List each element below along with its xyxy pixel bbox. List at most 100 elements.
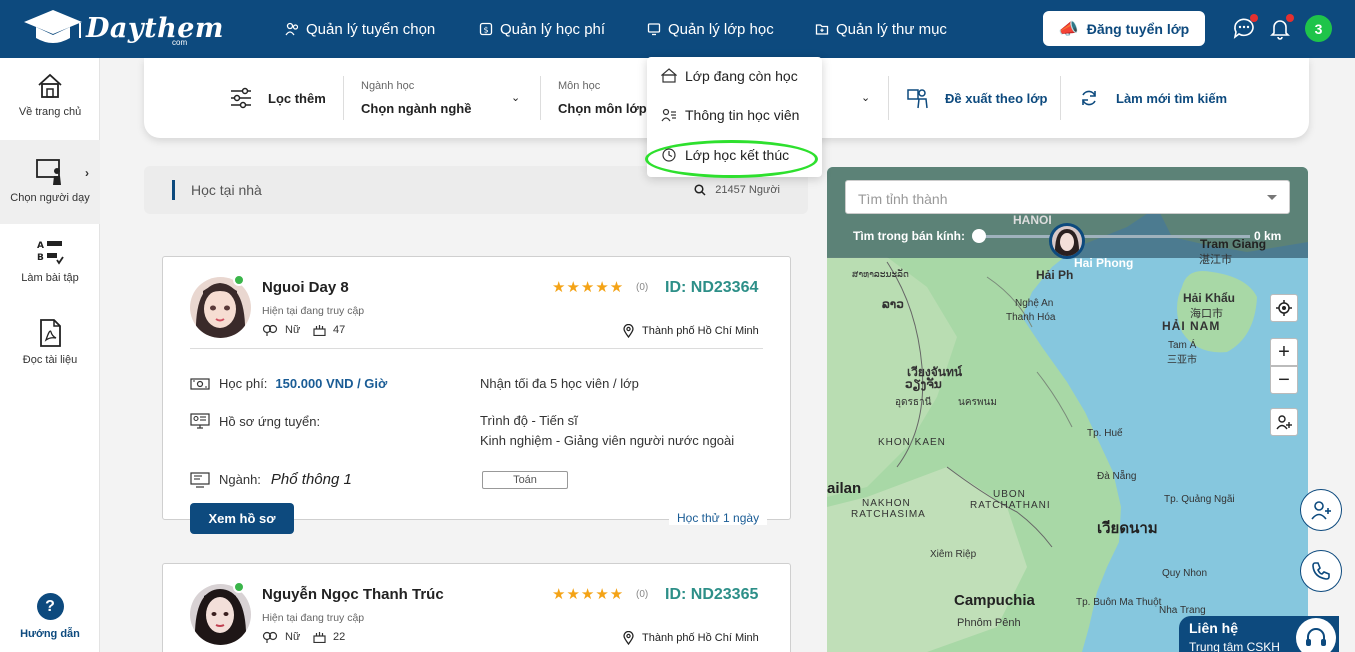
fee-row: Học phí: 150.000 VND / Giờ	[190, 376, 387, 391]
nav-fees-label: Quản lý học phí	[500, 20, 606, 38]
zoom-in-button[interactable]: +	[1270, 338, 1298, 366]
folder-icon	[815, 24, 829, 35]
user-avatar[interactable]: 3	[1305, 15, 1332, 42]
major-value: Phổ thông 1	[270, 471, 352, 488]
subject-value: Chọn môn lớp	[558, 101, 647, 116]
tutor-status: Hiện tại đang truy cập	[262, 612, 365, 624]
sidebar-item-homework[interactable]: AB Làm bài tập	[0, 238, 100, 284]
chevron-down-icon[interactable]: ⌄	[861, 91, 870, 104]
more-filters-button[interactable]: Lọc thêm	[230, 58, 326, 138]
contact-support-widget[interactable]: Liên hệ Trung tâm CSKH	[1179, 616, 1339, 652]
monitor-icon	[647, 23, 661, 36]
search-icon	[694, 184, 706, 196]
tutor-age: 22	[313, 631, 345, 643]
sidebar-item-choose-tutor[interactable]: Chọn người dạy ›	[0, 140, 100, 224]
tutor-id: ID: ND23364	[665, 279, 759, 296]
rating-stars: ★★★★★	[552, 586, 625, 603]
map-label: Tp. Huế	[1087, 428, 1123, 439]
tutor-location: Thành phố Hồ Chí Minh	[623, 631, 759, 645]
tutor-name[interactable]: Nguoi Day 8	[262, 279, 349, 296]
zoom-out-button[interactable]: −	[1270, 366, 1298, 394]
brand-name: Daythem	[86, 12, 224, 44]
help-button[interactable]: ? Hướng dẫn	[0, 593, 100, 640]
add-user-icon	[1311, 501, 1331, 520]
nav-classes[interactable]: Quản lý lớp học	[647, 0, 774, 58]
teacher-board-icon	[36, 159, 61, 185]
tutor-avatar[interactable]	[190, 584, 251, 645]
view-profile-button[interactable]: Xem hồ sơ	[190, 503, 294, 534]
phone-icon	[1312, 562, 1330, 580]
sidebar-item-home[interactable]: Về trang chủ	[0, 72, 100, 118]
tutor-map-marker[interactable]	[1049, 223, 1085, 259]
sidebar-item-docs[interactable]: Đọc tài liệu	[0, 318, 100, 366]
menu-item-ongoing-classes[interactable]: Lớp đang còn học	[661, 68, 798, 84]
svg-text:B: B	[37, 253, 44, 263]
nav-fees[interactable]: $ Quản lý học phí	[479, 0, 605, 58]
tutor-location-label: Thành phố Hồ Chí Minh	[642, 632, 759, 644]
map-label: ສາທາລະນະລັດ	[852, 269, 909, 279]
tutor-age-label: 47	[333, 324, 346, 336]
map-label: ວຽງຈັນ	[905, 377, 942, 391]
tutor-card: Nguyễn Ngọc Thanh Trúc Hiện tại đang tru…	[162, 563, 791, 652]
tutor-card: Nguoi Day 8 Hiện tại đang truy cập Nữ 47…	[162, 256, 791, 534]
refresh-search-button[interactable]: Làm mới tìm kiếm	[1080, 58, 1227, 138]
map-label: KHON KAEN	[878, 437, 946, 448]
map-label: Tp. Quảng Ngãi	[1164, 494, 1235, 505]
map-label: Tam Á	[1168, 340, 1197, 351]
graduation-cap-icon	[24, 10, 82, 43]
learning-mode-label: Học tại nhà	[191, 182, 262, 198]
map-label: Đà Nẵng	[1097, 471, 1137, 482]
province-search-select[interactable]: Tìm tỉnh thành	[845, 180, 1290, 214]
divider	[343, 76, 344, 120]
radius-slider-handle[interactable]	[972, 229, 986, 243]
tutor-avatar[interactable]	[190, 277, 251, 338]
capacity: Nhận tối đa 5 học viên / lớp	[480, 376, 639, 391]
tutor-gender: Nữ	[262, 324, 300, 336]
map-label: NAKHON	[862, 498, 911, 509]
svg-text:$: $	[483, 26, 488, 35]
add-person-map-button[interactable]	[1270, 408, 1298, 436]
menu-item-ongoing-label: Lớp đang còn học	[685, 68, 798, 84]
major-label: Ngành:	[219, 472, 261, 487]
chevron-right-icon: ›	[85, 166, 89, 180]
tutor-name[interactable]: Nguyễn Ngọc Thanh Trúc	[262, 586, 444, 603]
map-label: Nha Trang	[1159, 605, 1206, 616]
tutor-gender-label: Nữ	[285, 324, 301, 336]
add-friend-float-button[interactable]	[1300, 489, 1342, 531]
map-panel[interactable]: Tìm tỉnh thành Tìm trong bán kính: 0 km …	[827, 167, 1308, 652]
nav-recruit[interactable]: Quản lý tuyển chọn	[285, 0, 435, 58]
menu-item-student-info[interactable]: Thông tin học viên	[661, 107, 799, 123]
more-filters-label: Lọc thêm	[268, 90, 326, 106]
tutor-gender: Nữ	[262, 631, 300, 643]
logo[interactable]: Daythem com	[22, 8, 224, 48]
map-label: Xiêm Riệp	[930, 549, 977, 560]
megaphone-icon: 📣	[1058, 20, 1079, 38]
nav-classes-label: Quản lý lớp học	[668, 20, 774, 38]
nav-folders[interactable]: Quản lý thư mục	[815, 0, 947, 58]
map-label: Quy Nhon	[1162, 568, 1208, 579]
post-class-button[interactable]: 📣 Đăng tuyển lớp	[1043, 11, 1205, 46]
rating-stars: ★★★★★	[552, 279, 625, 296]
suggest-by-class-button[interactable]: Đề xuất theo lớp	[907, 58, 1047, 138]
top-navbar: Daythem com Quản lý tuyển chọn $ Quản lý…	[0, 0, 1355, 58]
bell-icon[interactable]	[1268, 14, 1294, 40]
accent-bar	[172, 180, 175, 200]
tutor-location: Thành phố Hồ Chí Minh	[623, 324, 759, 338]
map-label: Campuchia	[954, 592, 1035, 609]
chat-icon[interactable]	[1232, 14, 1258, 40]
plus-icon: +	[1278, 340, 1290, 363]
rating-count: (0)	[636, 589, 649, 600]
map-label: UBON	[993, 489, 1026, 500]
tutor-experience: Kinh nghiệm - Giảng viên người nước ngoà…	[480, 433, 735, 448]
map-label: ailan	[827, 480, 862, 497]
users-icon	[285, 22, 299, 36]
map-label: Tram Giang	[1200, 237, 1267, 251]
crosshair-icon	[1276, 300, 1292, 316]
sidebar-item-home-label: Về trang chủ	[18, 106, 82, 118]
map-label: อุดรธานี	[895, 397, 932, 408]
map-label: Hai Phong	[1074, 256, 1134, 270]
classroom-icon	[661, 68, 677, 83]
locate-me-button[interactable]	[1270, 294, 1298, 322]
call-float-button[interactable]	[1300, 550, 1342, 592]
add-user-icon	[1276, 415, 1292, 430]
